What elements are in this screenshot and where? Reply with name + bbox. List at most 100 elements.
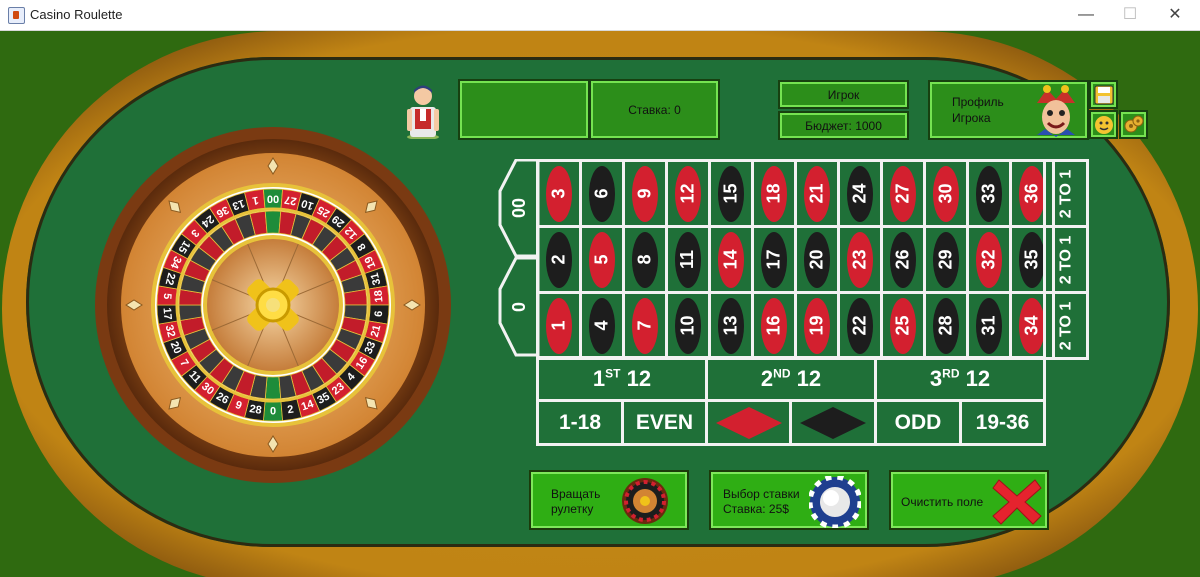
roulette-wheel-icon [622,478,668,524]
number-label: 24 [849,183,870,204]
number-label: 5 [591,254,612,265]
number-label: 26 [892,249,913,270]
maximize-button[interactable]: ☐ [1110,4,1150,26]
number-cell-10[interactable]: 10 [665,291,711,360]
save-button[interactable] [1089,80,1118,109]
number-cell-13[interactable]: 13 [708,291,754,360]
budget-text: Бюджет: 1000 [805,118,882,133]
odd-label: ODD [894,410,942,434]
profile-label-line1: Профиль [952,95,1004,109]
number-cell-3[interactable]: 3 [536,159,582,228]
number-oval: 29 [933,231,959,288]
number-oval: 23 [847,231,873,288]
number-cell-12[interactable]: 12 [665,159,711,228]
clear-field-button[interactable]: Очистить поле [889,470,1049,530]
number-label: 25 [892,315,913,336]
java-app-icon [8,7,25,24]
number-cell-9[interactable]: 9 [622,159,668,228]
low-label: 1-18 [558,410,602,434]
jester-avatar-icon [1037,85,1075,137]
number-cell-21[interactable]: 21 [794,159,840,228]
number-oval: 14 [718,231,744,288]
wheel-pocket-00 [264,210,282,234]
clear-label: Очистить поле [901,495,984,509]
number-cell-18[interactable]: 18 [751,159,797,228]
number-oval: 28 [933,297,959,354]
number-oval: 31 [976,297,1002,354]
number-cell-5[interactable]: 5 [579,225,625,294]
emoji-face-icon [1094,115,1113,134]
minimize-button[interactable]: — [1066,4,1106,26]
number-cell-2[interactable]: 2 [536,225,582,294]
number-cell-23[interactable]: 23 [837,225,883,294]
number-label: 22 [849,315,870,336]
dealer-icon [407,85,439,139]
number-cell-11[interactable]: 11 [665,225,711,294]
odd-bet[interactable]: ODD [874,399,962,446]
number-cell-19[interactable]: 19 [794,291,840,360]
number-cell-17[interactable]: 17 [751,225,797,294]
high-bet[interactable]: 19-36 [959,399,1046,446]
dozen-2-bet[interactable]: 2ND 12 [705,356,877,402]
number-cell-7[interactable]: 7 [622,291,668,360]
dozen-2-label: 2ND 12 [760,366,822,391]
close-button[interactable]: ✕ [1155,4,1195,26]
number-oval: 11 [675,231,701,288]
number-cell-8[interactable]: 8 [622,225,668,294]
spin-wheel-button[interactable]: Вращать рулетку [529,470,689,530]
rules-button[interactable] [1089,110,1118,139]
number-cell-14[interactable]: 14 [708,225,754,294]
number-cell-16[interactable]: 16 [751,291,797,360]
wheel-number-label: 27 [283,193,297,207]
number-label: 32 [978,249,999,270]
number-oval: 35 [1019,231,1045,288]
dozen-3-bet[interactable]: 3RD 12 [874,356,1046,402]
number-oval: 27 [890,165,916,222]
wheel-number-label: 0 [270,405,276,417]
number-cell-30[interactable]: 30 [923,159,969,228]
number-cell-15[interactable]: 15 [708,159,754,228]
number-oval: 5 [589,231,615,288]
game-area: 0 28 9 26 30 11 7 20 32 17 5 22 34 15 3 24 36 13 1 00 27 10 25… [0,31,1200,577]
number-cell-27[interactable]: 27 [880,159,926,228]
number-cell-26[interactable]: 26 [880,225,926,294]
roulette-wheel[interactable]: 02892630117203217522341532436 13 1 00 27 10 25… [93,125,453,485]
column-bet-2[interactable]: 2 ТО 1 [1043,225,1089,294]
low-bet[interactable]: 1-18 [536,399,624,446]
dozen-1-bet[interactable]: 1ST 12 [536,356,708,402]
column-bet-3[interactable]: 2 ТО 1 [1043,159,1089,228]
number-cell-20[interactable]: 20 [794,225,840,294]
number-cell-32[interactable]: 32 [966,225,1012,294]
number-cell-4[interactable]: 4 [579,291,625,360]
number-cell-6[interactable]: 6 [579,159,625,228]
column-bet-label: 2 ТО 1 [1057,301,1075,350]
number-label: 34 [1021,315,1042,336]
player-label: Игрок [827,87,860,102]
title-bar: Casino Roulette — ☐ ✕ [0,0,1200,31]
number-label: 28 [935,315,956,336]
number-oval: 21 [804,165,830,222]
number-cell-1[interactable]: 1 [536,291,582,360]
settings-button[interactable] [1119,110,1148,139]
red-diamond-icon [715,406,782,439]
chip-label-line2: Ставка: 25$ [723,502,789,516]
choose-bet-button[interactable]: Выбор ставки Ставка: 25$ [709,470,869,530]
number-cell-33[interactable]: 33 [966,159,1012,228]
number-cell-29[interactable]: 29 [923,225,969,294]
wheel-number-label: 17 [160,307,173,320]
red-bet[interactable] [705,399,792,446]
black-bet[interactable] [789,399,877,446]
number-label: 17 [763,249,784,270]
number-cell-28[interactable]: 28 [923,291,969,360]
number-cell-24[interactable]: 24 [837,159,883,228]
number-label: 36 [1021,183,1042,204]
number-cell-31[interactable]: 31 [966,291,1012,360]
high-label: 19-36 [975,410,1030,434]
player-profile-button[interactable]: Профиль Игрока [928,80,1089,140]
column-bet-1[interactable]: 2 ТО 1 [1043,291,1089,360]
number-cell-22[interactable]: 22 [837,291,883,360]
even-bet[interactable]: EVEN [621,399,708,446]
number-oval: 3 [546,165,572,222]
number-label: 29 [935,249,956,270]
number-cell-25[interactable]: 25 [880,291,926,360]
